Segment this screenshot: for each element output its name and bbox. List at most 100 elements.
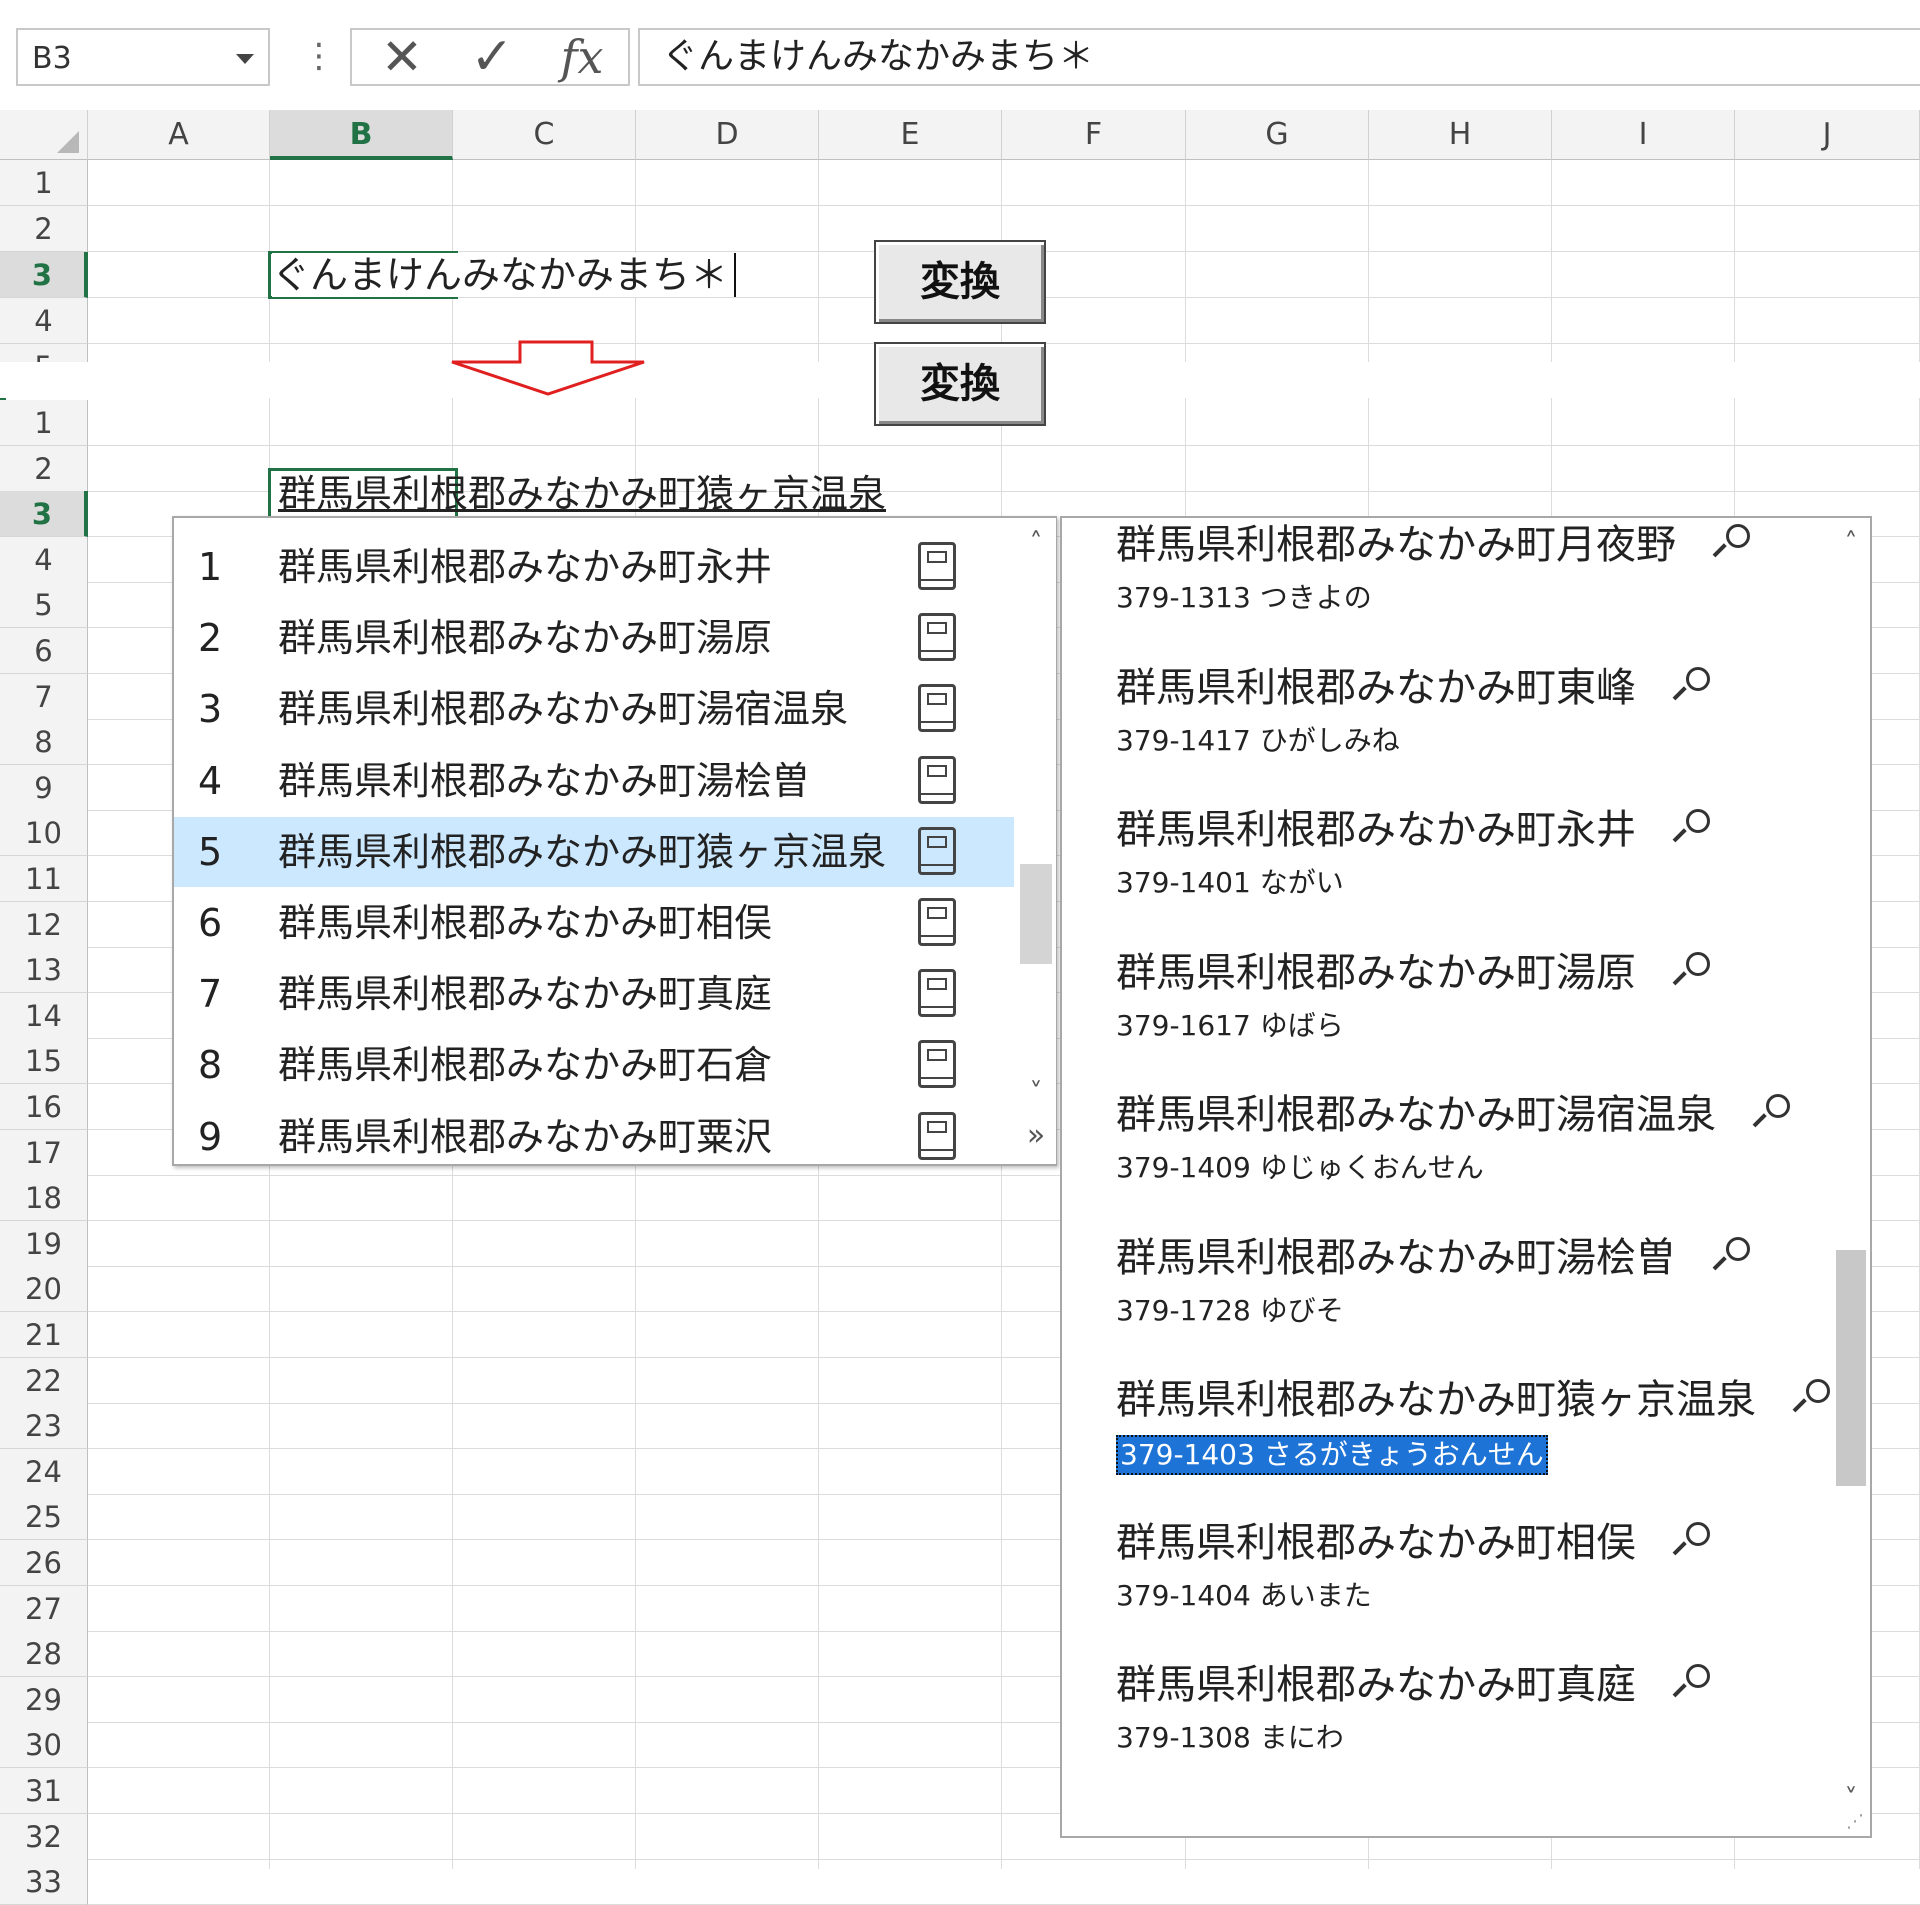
- search-icon[interactable]: [1672, 809, 1710, 847]
- scroll-up-icon[interactable]: ˄: [1016, 528, 1056, 558]
- column-header-f[interactable]: F: [1002, 110, 1186, 160]
- candidate-item[interactable]: 4 群馬県利根郡みなかみ町湯桧曽: [174, 746, 1014, 816]
- row-header-1[interactable]: 1: [0, 160, 88, 206]
- search-icon[interactable]: [1672, 1521, 1710, 1560]
- prediction-item[interactable]: 群馬県利根郡みなかみ町月夜野 379-1313 つきよの: [1116, 520, 1836, 630]
- prediction-item[interactable]: 群馬県利根郡みなかみ町猿ヶ京温泉 379-1403 さるがきょうおんせん: [1116, 1375, 1836, 1485]
- column-header-b[interactable]: B: [270, 110, 453, 160]
- row-header-11[interactable]: 11: [0, 856, 88, 902]
- column-header-d[interactable]: D: [636, 110, 819, 160]
- prediction-panel[interactable]: 群馬県利根郡みなかみ町月夜野 379-1313 つきよの 群馬県利根郡みなかみ町東峰…: [1060, 516, 1872, 1838]
- row-header-29[interactable]: 29: [0, 1677, 88, 1723]
- row-header-3[interactable]: 3: [0, 252, 88, 298]
- select-all-corner[interactable]: [0, 110, 88, 160]
- search-icon[interactable]: [1672, 1664, 1710, 1702]
- search-icon[interactable]: [1752, 1094, 1790, 1132]
- dictionary-icon[interactable]: [918, 1111, 956, 1160]
- row-header-23[interactable]: 23: [0, 1403, 88, 1449]
- candidate-item[interactable]: 7 群馬県利根郡みなかみ町真庭: [174, 959, 1014, 1029]
- dictionary-icon[interactable]: [918, 1040, 956, 1089]
- row-header-7[interactable]: 7: [0, 674, 88, 720]
- candidate-item[interactable]: 8 群馬県利根郡みなかみ町石倉: [174, 1030, 1014, 1100]
- search-icon[interactable]: [1712, 524, 1750, 562]
- row-header-5[interactable]: 5: [0, 582, 88, 628]
- insert-function-icon[interactable]: fx: [542, 30, 622, 84]
- ime-candidate-window[interactable]: 1 群馬県利根郡みなかみ町永井 2 群馬県利根郡みなかみ町湯原 3 群馬県利根郡みなかみ町…: [172, 516, 1057, 1166]
- prediction-item[interactable]: 群馬県利根郡みなかみ町湯宿温泉 379-1409 ゆじゅくおんせん: [1116, 1090, 1836, 1200]
- row-header-6[interactable]: 6: [0, 628, 88, 674]
- cell-b3-editing-text[interactable]: ぐんまけんみなかみまち＊: [272, 253, 737, 297]
- candidate-item[interactable]: 3 群馬県利根郡みなかみ町湯宿温泉: [174, 674, 1014, 744]
- column-header-c[interactable]: C: [453, 110, 636, 160]
- prediction-item[interactable]: 群馬県利根郡みなかみ町永井 379-1401 ながい: [1116, 805, 1836, 915]
- dictionary-icon[interactable]: [918, 684, 956, 733]
- row-header-14[interactable]: 14: [0, 993, 88, 1039]
- prediction-scroll-thumb[interactable]: [1836, 1250, 1866, 1486]
- prediction-item[interactable]: 群馬県利根郡みなかみ町真庭 379-1308 まにわ: [1116, 1660, 1836, 1770]
- row-header-9[interactable]: 9: [0, 765, 88, 811]
- row-header-24[interactable]: 24: [0, 1449, 88, 1495]
- dictionary-icon[interactable]: [918, 969, 956, 1018]
- row-header-2[interactable]: 2: [0, 206, 88, 252]
- column-header-i[interactable]: I: [1552, 110, 1735, 160]
- chevron-down-icon[interactable]: [236, 54, 254, 64]
- row-header-32[interactable]: 32: [0, 1814, 88, 1860]
- candidate-item[interactable]: 2 群馬県利根郡みなかみ町湯原: [174, 603, 1014, 673]
- search-icon[interactable]: [1712, 1236, 1750, 1275]
- row-header-4[interactable]: 4: [0, 298, 88, 344]
- column-header-e[interactable]: E: [819, 110, 1002, 160]
- row-header-4[interactable]: 4: [0, 537, 88, 583]
- row-header-19[interactable]: 19: [0, 1221, 88, 1267]
- prediction-item[interactable]: 群馬県利根郡みなかみ町東峰 379-1417 ひがしみね: [1116, 663, 1836, 773]
- row-header-2[interactable]: 2: [0, 446, 88, 492]
- row-header-25[interactable]: 25: [0, 1494, 88, 1540]
- row-header-15[interactable]: 15: [0, 1038, 88, 1084]
- column-header-h[interactable]: H: [1369, 110, 1552, 160]
- row-header-3[interactable]: 3: [0, 491, 88, 537]
- cell-b3-result-text[interactable]: 群馬県利根郡みなかみ町猿ヶ京温泉: [278, 472, 886, 516]
- row-header-16[interactable]: 16: [0, 1084, 88, 1130]
- row-header-1[interactable]: 1: [0, 400, 88, 446]
- prediction-item[interactable]: 群馬県利根郡みなかみ町相俣 379-1404 あいまた: [1116, 1518, 1836, 1628]
- row-header-33[interactable]: 33: [0, 1859, 88, 1905]
- row-header-20[interactable]: 20: [0, 1266, 88, 1312]
- row-header-13[interactable]: 13: [0, 947, 88, 993]
- search-icon[interactable]: [1672, 666, 1710, 705]
- scroll-down-icon[interactable]: ˅: [1016, 1078, 1056, 1108]
- scroll-down-icon[interactable]: ˅: [1832, 1784, 1870, 1814]
- dictionary-icon[interactable]: [918, 898, 956, 946]
- row-header-8[interactable]: 8: [0, 719, 88, 765]
- row-header-30[interactable]: 30: [0, 1722, 88, 1768]
- column-header-g[interactable]: G: [1186, 110, 1369, 160]
- dictionary-icon[interactable]: [918, 613, 956, 662]
- row-header-28[interactable]: 28: [0, 1631, 88, 1677]
- row-header-26[interactable]: 26: [0, 1540, 88, 1586]
- row-header-27[interactable]: 27: [0, 1586, 88, 1632]
- candidate-scrollbar[interactable]: ˄ ˅ »: [1016, 518, 1056, 1164]
- dictionary-icon[interactable]: [918, 755, 956, 804]
- search-icon[interactable]: [1792, 1379, 1830, 1417]
- candidate-item[interactable]: 6 群馬県利根郡みなかみ町相俣: [174, 888, 1014, 958]
- row-header-17[interactable]: 17: [0, 1130, 88, 1176]
- resize-grip-icon[interactable]: ⋰: [1846, 1811, 1864, 1832]
- convert-button-1[interactable]: 変換: [874, 240, 1046, 324]
- more-options-icon[interactable]: ⋮: [302, 36, 336, 76]
- enter-icon[interactable]: ✓: [452, 30, 532, 84]
- row-header-12[interactable]: 12: [0, 902, 88, 948]
- convert-button-2[interactable]: 変換: [874, 342, 1046, 426]
- search-icon[interactable]: [1672, 951, 1710, 990]
- row-header-10[interactable]: 10: [0, 810, 88, 856]
- row-header-31[interactable]: 31: [0, 1768, 88, 1814]
- formula-input[interactable]: ぐんまけんみなかみまち＊: [638, 28, 1920, 86]
- prediction-item[interactable]: 群馬県利根郡みなかみ町湯原 379-1617 ゆばら: [1116, 948, 1836, 1058]
- candidate-item[interactable]: 5 群馬県利根郡みなかみ町猿ヶ京温泉: [174, 816, 1014, 887]
- dictionary-icon[interactable]: [918, 826, 956, 875]
- dictionary-icon[interactable]: [918, 542, 956, 590]
- scroll-up-icon[interactable]: ˄: [1832, 528, 1870, 558]
- column-header-j[interactable]: J: [1735, 110, 1920, 160]
- prediction-scrollbar[interactable]: ˄ ˅: [1832, 518, 1870, 1836]
- expand-icon[interactable]: »: [1016, 1118, 1056, 1153]
- candidate-item[interactable]: 9 群馬県利根郡みなかみ町粟沢: [174, 1102, 1014, 1172]
- cancel-icon[interactable]: ✕: [362, 30, 442, 84]
- row-header-21[interactable]: 21: [0, 1312, 88, 1358]
